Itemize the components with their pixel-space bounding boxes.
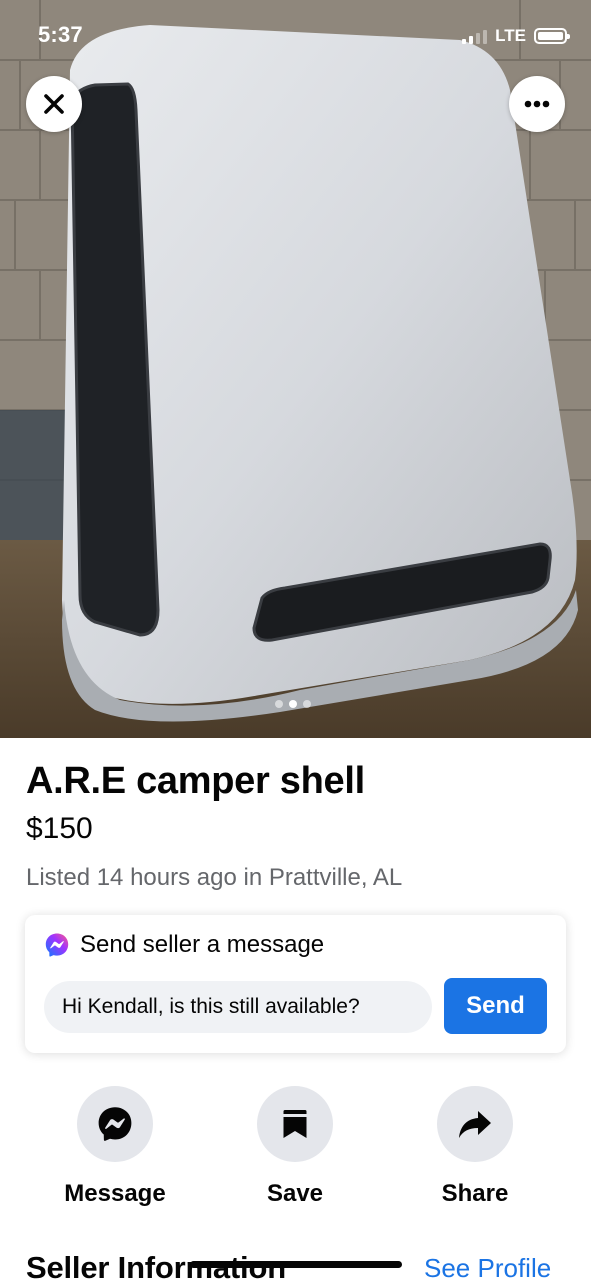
photo-pager (275, 700, 311, 708)
battery-icon (534, 28, 570, 44)
share-action-circle[interactable] (437, 1086, 513, 1162)
save-action-button[interactable]: Save (225, 1086, 365, 1208)
listing-price: $150 (26, 812, 93, 845)
message-action-circle[interactable] (77, 1086, 153, 1162)
home-indicator[interactable] (190, 1261, 402, 1268)
listing-title: A.R.E camper shell (26, 760, 365, 802)
messenger-icon (45, 933, 69, 957)
more-horizontal-icon (524, 100, 550, 108)
pager-dot (275, 700, 283, 708)
close-icon (44, 94, 64, 114)
share-action-label: Share (441, 1180, 509, 1207)
pager-dot-active (289, 700, 297, 708)
more-options-button[interactable] (509, 76, 565, 132)
status-time: 5:37 (38, 22, 83, 47)
status-indicators: LTE (462, 26, 570, 46)
message-card-title: Send seller a message (80, 931, 325, 958)
listing-meta: Listed 14 hours ago in Prattville, AL (26, 864, 403, 891)
network-label: LTE (495, 26, 526, 45)
share-action-button[interactable]: Share (405, 1086, 545, 1208)
message-card-header: Send seller a message (44, 931, 324, 959)
messenger-icon (98, 1107, 132, 1141)
send-button[interactable]: Send (444, 978, 547, 1034)
save-action-label: Save (266, 1180, 324, 1207)
close-button[interactable] (26, 76, 82, 132)
see-profile-link[interactable]: See Profile (424, 1253, 551, 1280)
message-action-button[interactable]: Message (45, 1086, 185, 1208)
listing-photo[interactable]: 5:37 LTE (0, 0, 591, 738)
bookmark-icon (283, 1110, 307, 1138)
camper-shell-photo (0, 0, 591, 738)
status-bar: 5:37 LTE (0, 0, 591, 72)
message-action-label: Message (64, 1180, 166, 1207)
cellular-signal-icon (462, 28, 488, 44)
message-seller-card: Send seller a message Hi Kendall, is thi… (25, 915, 566, 1053)
save-action-circle[interactable] (257, 1086, 333, 1162)
pager-dot (303, 700, 311, 708)
message-input[interactable]: Hi Kendall, is this still available? (44, 981, 432, 1033)
share-arrow-icon (459, 1111, 491, 1138)
